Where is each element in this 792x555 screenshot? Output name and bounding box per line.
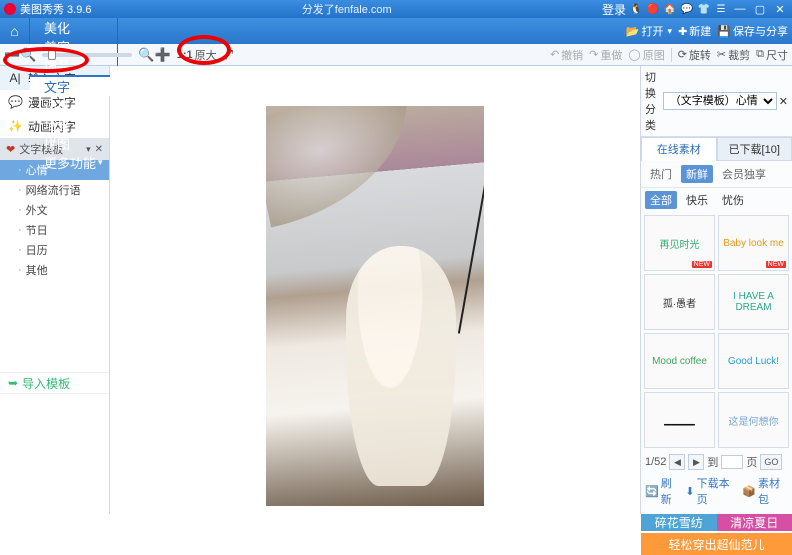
fit-button[interactable]: ⤢ (223, 47, 233, 63)
left-sub-5[interactable]: 其他 (0, 260, 109, 280)
thumb-5[interactable]: Good Luck! (718, 333, 789, 389)
left-item-icon: ✨ (8, 119, 22, 133)
zoom-in-button[interactable]: 🔍➕ (138, 47, 170, 63)
thumb-label: 这是何想你 (729, 413, 779, 428)
thumb-6[interactable]: ▁▁▁▁ (644, 392, 715, 448)
material-pack-link[interactable]: 📦 素材包 (742, 475, 788, 507)
thumb-label: Mood coffee (652, 356, 707, 367)
save-button[interactable]: 💾 保存与分享 (717, 23, 788, 39)
menu-icon[interactable]: ☰ (714, 2, 728, 16)
zoom-11-button[interactable]: 1:1 原大 (177, 47, 217, 63)
rotate-button[interactable]: ⟳ 旋转 (678, 47, 711, 63)
rp-chip-1[interactable]: 快乐 (681, 191, 713, 209)
tab-5[interactable]: 场景 (30, 115, 118, 134)
banner-1a[interactable]: 碎花雪纺 (641, 514, 717, 531)
title-center-text: 分发了fenfale.com (92, 1, 602, 17)
redo-button[interactable]: ↷ 重做 (589, 47, 622, 63)
thumb-2[interactable]: 孤·愚者 (644, 274, 715, 330)
crop-button[interactable]: ✂ 裁剪 (717, 47, 750, 63)
canvas-area[interactable] (110, 66, 640, 514)
switch-category-label: 切换分类 (645, 69, 661, 133)
import-template-button[interactable]: ➥ 导入模板 (0, 372, 109, 394)
tab-7[interactable]: 更多功能▾ (30, 153, 118, 172)
minimize-button[interactable]: — (732, 2, 748, 16)
category-close-icon[interactable]: ✕ (779, 95, 788, 108)
tab-0[interactable]: 美化 (30, 18, 118, 37)
msg-icon[interactable]: 💬 (680, 2, 694, 16)
login-link[interactable]: 登录 (602, 1, 626, 18)
rp-tab-0[interactable]: 在线素材 (641, 137, 717, 161)
rp-chip-2[interactable]: 忧伤 (717, 191, 749, 209)
tab-6[interactable]: 拼图 (30, 134, 118, 153)
photo-preview (266, 106, 484, 506)
left-sub-2[interactable]: 外文 (0, 200, 109, 220)
tab-4[interactable]: 边框 (30, 96, 118, 115)
home-icon[interactable]: 🏠 (663, 2, 677, 16)
banner-1b[interactable]: 清凉夏日 (717, 514, 792, 531)
app-icon (4, 3, 16, 15)
size-button[interactable]: ⧉ 尺寸 (756, 47, 788, 63)
thumb-3[interactable]: I HAVE A DREAM (718, 274, 789, 330)
thumb-7[interactable]: 这是何想你 (718, 392, 789, 448)
rp-tab-1[interactable]: 已下载[10] (717, 137, 792, 161)
weibo-icon[interactable]: 🔴 (646, 2, 660, 16)
category-select[interactable]: （文字模板）心情 (663, 92, 777, 110)
tab-3[interactable]: 文字 (30, 75, 118, 96)
page-next-button[interactable]: ▶ (688, 454, 704, 470)
undo-button[interactable]: ↶ 撤销 (550, 47, 583, 63)
qq-icon[interactable]: 🐧 (629, 2, 643, 16)
page-indicator: 1/52 (645, 456, 666, 468)
page-go-button[interactable]: GO (760, 454, 782, 470)
thumb-0[interactable]: 再见时光 NEW (644, 215, 715, 271)
new-button[interactable]: ✚ 新建 (678, 23, 711, 39)
thumb-label: Good Luck! (728, 356, 779, 367)
open-button[interactable]: 📂 打开 ▾ (626, 23, 672, 39)
thumb-1[interactable]: Baby look me NEW (718, 215, 789, 271)
page-unit-label: 页 (746, 454, 757, 470)
page-input[interactable] (721, 455, 743, 469)
maximize-button[interactable]: ▢ (752, 2, 768, 16)
banner-2[interactable]: 轻松穿出超仙范儿 (641, 533, 792, 555)
left-sub-4[interactable]: 日历 (0, 240, 109, 260)
thumb-label: I HAVE A DREAM (721, 291, 786, 313)
orig-button[interactable]: ◯ 原图 (628, 47, 664, 63)
new-badge: NEW (766, 261, 786, 268)
thumb-label: Baby look me (723, 238, 784, 249)
page-to-label: 到 (707, 454, 718, 470)
thumb-label: 孤·愚者 (663, 295, 696, 310)
tab-2[interactable]: 饰品 (30, 56, 118, 75)
page-prev-button[interactable]: ◀ (669, 454, 685, 470)
thumb-4[interactable]: Mood coffee (644, 333, 715, 389)
new-badge: NEW (692, 261, 712, 268)
thumb-label: ▁▁▁▁ (664, 415, 695, 426)
left-sub-1[interactable]: 网络流行语 (0, 180, 109, 200)
left-item-icon: A| (8, 71, 22, 85)
left-sub-3[interactable]: 节日 (0, 220, 109, 240)
zoom-slider[interactable] (42, 53, 132, 57)
home-button[interactable]: ⌂ (0, 18, 30, 44)
rp-filter-2[interactable]: 会员独享 (717, 165, 771, 183)
skin-icon[interactable]: 👕 (697, 2, 711, 16)
rp-chip-0[interactable]: 全部 (645, 191, 677, 209)
download-page-link[interactable]: ⬇ 下载本页 (685, 475, 737, 507)
rp-filter-0[interactable]: 热门 (645, 165, 677, 183)
left-item-icon: 💬 (8, 95, 22, 109)
close-button[interactable]: ✕ (772, 2, 788, 16)
window-title: 美图秀秀 3.9.6 (20, 1, 92, 17)
thumb-label: 再见时光 (660, 236, 700, 251)
refresh-link[interactable]: 🔄 刷新 (645, 475, 680, 507)
rp-filter-1[interactable]: 新鲜 (681, 165, 713, 183)
